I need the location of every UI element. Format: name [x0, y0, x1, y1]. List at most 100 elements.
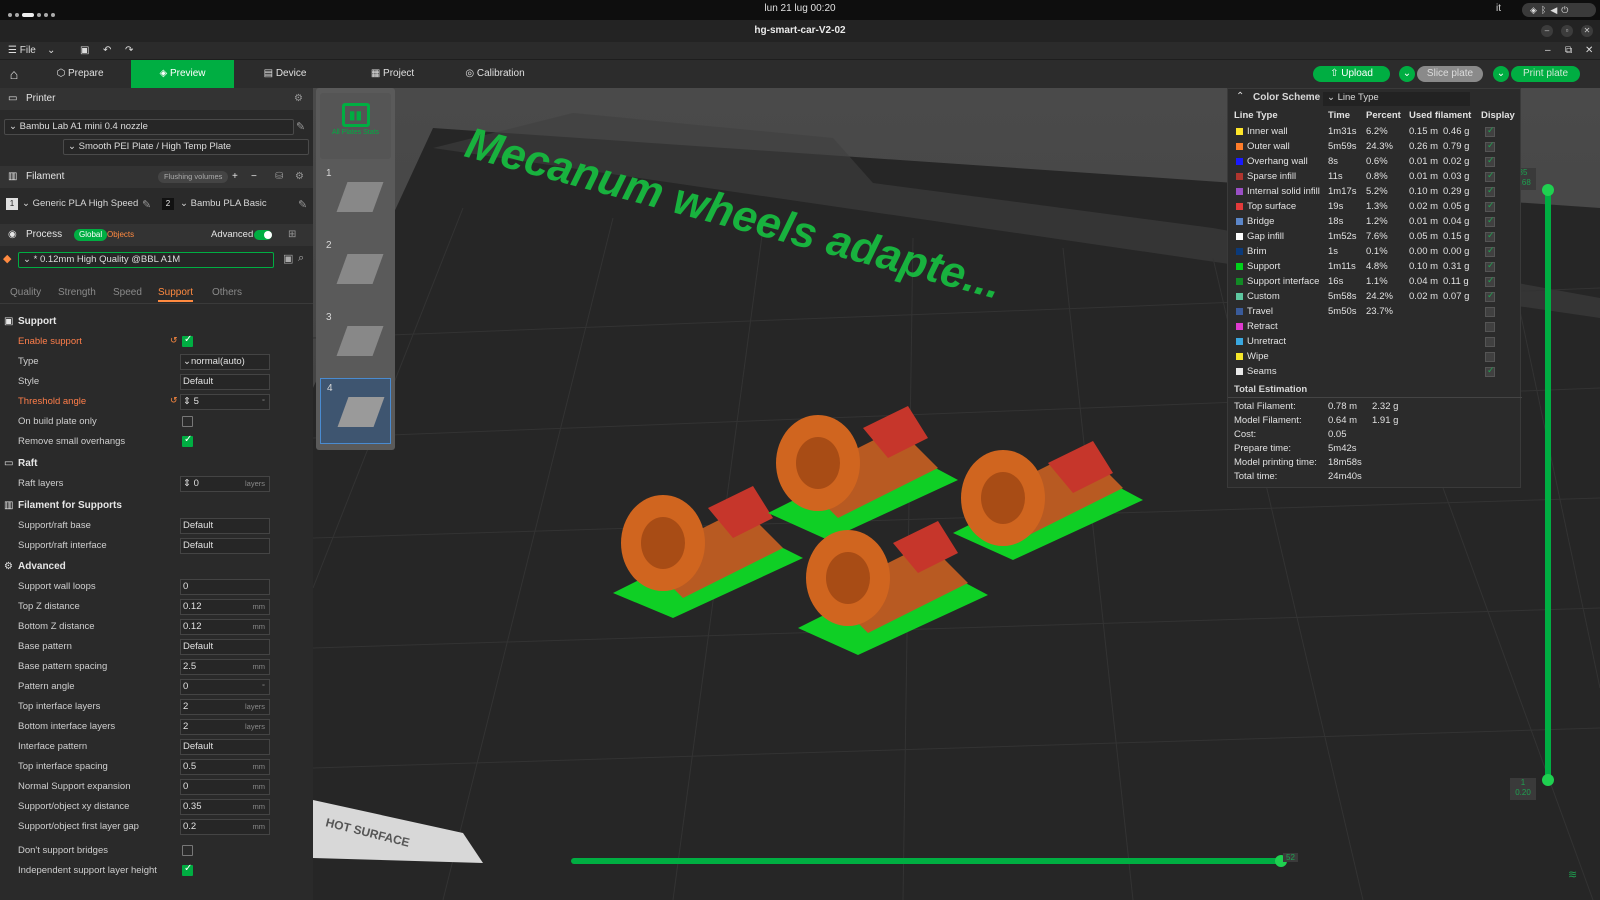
print-dropdown-button[interactable]: ⌄: [1493, 66, 1509, 82]
display-checkbox[interactable]: [1485, 337, 1495, 347]
remove-filament-icon[interactable]: −: [251, 166, 257, 188]
display-checkbox[interactable]: [1485, 200, 1495, 212]
display-checkbox[interactable]: [1485, 215, 1495, 227]
undo-icon[interactable]: ↶: [103, 45, 111, 56]
reset-icon[interactable]: ↺: [170, 395, 178, 406]
legend-row[interactable]: Outer wall 5m59s 24.3% 0.26 m 0.79 g: [1228, 140, 1522, 155]
tab-project[interactable]: ▦ Project: [350, 60, 435, 88]
support-type-select[interactable]: ⌄normal(auto): [180, 354, 270, 370]
close-button[interactable]: ✕: [1581, 25, 1593, 37]
process-section[interactable]: ◉ Process Global Objects Advanced ⊞: [0, 224, 313, 246]
minimize-button[interactable]: –: [1541, 25, 1553, 37]
dont-support-bridges-checkbox[interactable]: [182, 845, 193, 856]
file-menu[interactable]: ☰ File: [8, 45, 36, 56]
filament-1-select[interactable]: ⌄ Generic PLA High Speed: [22, 198, 138, 209]
legend-row[interactable]: Retract: [1228, 320, 1522, 335]
display-checkbox[interactable]: [1485, 322, 1495, 332]
vertical-slider-track[interactable]: [1545, 190, 1551, 780]
advanced-setting-input[interactable]: 0.2 mm: [180, 819, 270, 835]
advanced-setting-input[interactable]: 0.35 mm: [180, 799, 270, 815]
display-checkbox[interactable]: [1485, 290, 1495, 302]
legend-row[interactable]: Sparse infill 11s 0.8% 0.01 m 0.03 g: [1228, 170, 1522, 185]
subtab-strength[interactable]: Strength: [58, 287, 96, 298]
advanced-setting-input[interactable]: 0.12 mm: [180, 619, 270, 635]
display-checkbox[interactable]: [1485, 275, 1495, 287]
legend-row[interactable]: Wipe: [1228, 350, 1522, 365]
app-close-icon[interactable]: ✕: [1585, 45, 1593, 56]
legend-row[interactable]: Support 1m11s 4.8% 0.10 m 0.31 g: [1228, 260, 1522, 275]
display-checkbox[interactable]: [1485, 352, 1495, 362]
app-restore-icon[interactable]: ⧉: [1565, 45, 1572, 56]
independent-layer-height-checkbox[interactable]: [182, 863, 193, 876]
edit-icon[interactable]: ✎: [142, 198, 151, 211]
display-checkbox[interactable]: [1485, 140, 1495, 152]
plate-thumbnail-3[interactable]: 3: [320, 308, 391, 374]
display-checkbox[interactable]: [1485, 307, 1495, 317]
save-icon[interactable]: ▣: [283, 252, 293, 265]
stepper-icon[interactable]: ⇕: [183, 478, 191, 489]
advanced-setting-input[interactable]: 2.5 mm: [180, 659, 270, 675]
home-icon[interactable]: ⌂: [0, 60, 28, 88]
compare-icon[interactable]: ⊞: [288, 224, 296, 246]
edit-icon[interactable]: ✎: [296, 120, 305, 133]
display-checkbox[interactable]: [1485, 170, 1495, 182]
search-icon[interactable]: ⌕: [298, 252, 304, 265]
enable-support-checkbox[interactable]: [182, 334, 193, 347]
printer-section[interactable]: ▭ Printer ⚙: [0, 88, 313, 110]
system-tray[interactable]: ◈ᛒ◀⏻: [1522, 3, 1596, 17]
slice-plate-button[interactable]: Slice plate: [1417, 66, 1483, 82]
chevron-down-icon[interactable]: ⌄: [47, 45, 55, 56]
advanced-switch[interactable]: [254, 230, 272, 240]
print-plate-button[interactable]: Print plate: [1511, 66, 1580, 82]
display-checkbox[interactable]: [1485, 365, 1495, 377]
advanced-setting-input[interactable]: 0: [180, 579, 270, 595]
edit-icon[interactable]: ✎: [298, 198, 307, 211]
subtab-others[interactable]: Others: [212, 287, 242, 298]
plate-thumbnail-4[interactable]: 4: [320, 378, 391, 444]
collapse-icon[interactable]: ⌃: [1236, 91, 1244, 102]
printer-select[interactable]: ⌄ Bambu Lab A1 mini 0.4 nozzle: [4, 119, 294, 135]
display-checkbox[interactable]: [1485, 185, 1495, 197]
plate-type-select[interactable]: ⌄ Smooth PEI Plate / High Temp Plate: [63, 139, 309, 155]
os-clock[interactable]: lun 21 lug 00:20: [0, 3, 1600, 14]
upload-button[interactable]: ⇧ Upload: [1313, 66, 1390, 82]
legend-row[interactable]: Internal solid infill 1m17s 5.2% 0.10 m 0.29…: [1228, 185, 1522, 200]
advanced-setting-input[interactable]: 2 layers: [180, 699, 270, 715]
legend-row[interactable]: Seams: [1228, 365, 1522, 380]
advanced-setting-input[interactable]: 0.5 mm: [180, 759, 270, 775]
sync-icon[interactable]: ⛁: [275, 166, 283, 188]
tab-preview[interactable]: ◈ Preview: [131, 60, 234, 88]
filament-1-badge[interactable]: 1: [6, 198, 18, 210]
display-checkbox[interactable]: [1485, 230, 1495, 242]
gear-icon[interactable]: ⚙: [295, 166, 304, 188]
advanced-setting-input[interactable]: Default: [180, 639, 270, 655]
advanced-setting-input[interactable]: 0 mm: [180, 779, 270, 795]
slice-dropdown-button[interactable]: ⌄: [1399, 66, 1415, 82]
remove-small-overhangs-checkbox[interactable]: [182, 434, 193, 447]
global-toggle[interactable]: Global: [74, 229, 108, 241]
display-checkbox[interactable]: [1485, 155, 1495, 167]
legend-row[interactable]: Inner wall 1m31s 6.2% 0.15 m 0.46 g: [1228, 125, 1522, 140]
build-plate-only-checkbox[interactable]: [182, 416, 193, 427]
app-minimize-icon[interactable]: –: [1545, 45, 1551, 56]
support-style-select[interactable]: Default: [180, 374, 270, 390]
display-checkbox[interactable]: [1485, 245, 1495, 257]
display-checkbox[interactable]: [1485, 260, 1495, 272]
keyboard-language[interactable]: it: [1496, 3, 1501, 14]
legend-row[interactable]: Custom 5m58s 24.2% 0.02 m 0.07 g: [1228, 290, 1522, 305]
vertical-slider-top-thumb[interactable]: [1542, 184, 1554, 196]
subtab-support[interactable]: Support: [158, 287, 194, 302]
advanced-setting-input[interactable]: Default: [180, 739, 270, 755]
advanced-setting-input[interactable]: 0.12 mm: [180, 599, 270, 615]
horizontal-slider-track[interactable]: [571, 858, 1281, 864]
legend-row[interactable]: Top surface 19s 1.3% 0.02 m 0.05 g: [1228, 200, 1522, 215]
legend-row[interactable]: Support interface 16s 1.1% 0.04 m 0.11 g: [1228, 275, 1522, 290]
tab-device[interactable]: ▤ Device: [245, 60, 325, 88]
legend-row[interactable]: Travel 5m50s 23.7%: [1228, 305, 1522, 320]
subtab-speed[interactable]: Speed: [113, 287, 142, 298]
legend-row[interactable]: Gap infill 1m52s 7.6% 0.05 m 0.15 g: [1228, 230, 1522, 245]
legend-row[interactable]: Overhang wall 8s 0.6% 0.01 m 0.02 g: [1228, 155, 1522, 170]
support-raft-interface-select[interactable]: Default: [180, 538, 270, 554]
filament-section[interactable]: ▥ Filament Flushing volumes + − ⛁ ⚙: [0, 166, 313, 188]
tab-calibration[interactable]: ◎ Calibration: [445, 60, 545, 88]
